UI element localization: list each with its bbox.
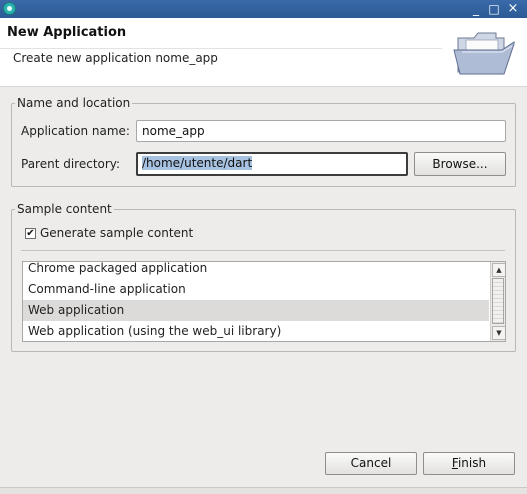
browse-button[interactable]: Browse... <box>414 152 506 176</box>
scroll-up-icon[interactable]: ▲ <box>492 263 505 277</box>
finish-button[interactable]: Finish <box>423 452 515 475</box>
name-location-group: Name and location Application name: nome… <box>11 96 516 187</box>
scroll-thumb[interactable] <box>492 278 504 324</box>
minimize-button[interactable]: _ <box>469 2 483 16</box>
sample-type-list[interactable]: Chrome packaged application Command-line… <box>22 261 506 342</box>
generate-sample-label[interactable]: Generate sample content <box>40 226 193 240</box>
page-description: Create new application nome_app <box>13 51 218 65</box>
list-item[interactable]: Web application <box>23 300 489 321</box>
list-item[interactable]: Chrome packaged application <box>23 262 489 279</box>
app-name-input[interactable]: nome_app <box>136 120 506 142</box>
parent-directory-label: Parent directory: <box>21 157 121 171</box>
finish-label: inish <box>457 456 487 470</box>
close-button[interactable]: × <box>506 2 520 16</box>
wizard-header: New Application Create new application n… <box>0 18 527 87</box>
parent-directory-input[interactable]: /home/utente/dart <box>136 152 408 176</box>
folder-open-icon <box>453 32 515 75</box>
sample-content-group: Sample content ✔ Generate sample content… <box>11 202 516 352</box>
eclipse-icon <box>3 2 16 15</box>
list-item[interactable]: Command-line application <box>23 279 489 300</box>
name-location-legend: Name and location <box>15 96 133 110</box>
sample-content-legend: Sample content <box>15 202 114 216</box>
maximize-button[interactable]: □ <box>487 2 501 16</box>
window-bottom-edge <box>0 488 527 494</box>
list-scrollbar[interactable]: ▲ ▼ <box>490 262 505 341</box>
parent-directory-value: /home/utente/dart <box>142 156 253 170</box>
generate-sample-checkbox[interactable]: ✔ <box>25 228 36 239</box>
header-divider <box>0 48 442 49</box>
app-name-label: Application name: <box>21 124 130 138</box>
list-item[interactable]: Web application (using the web_ui librar… <box>23 321 489 341</box>
cancel-button[interactable]: Cancel <box>325 452 417 475</box>
window-titlebar[interactable]: _ □ × <box>0 0 527 18</box>
page-title: New Application <box>7 25 127 40</box>
sample-divider <box>21 250 505 251</box>
scroll-down-icon[interactable]: ▼ <box>492 326 505 340</box>
